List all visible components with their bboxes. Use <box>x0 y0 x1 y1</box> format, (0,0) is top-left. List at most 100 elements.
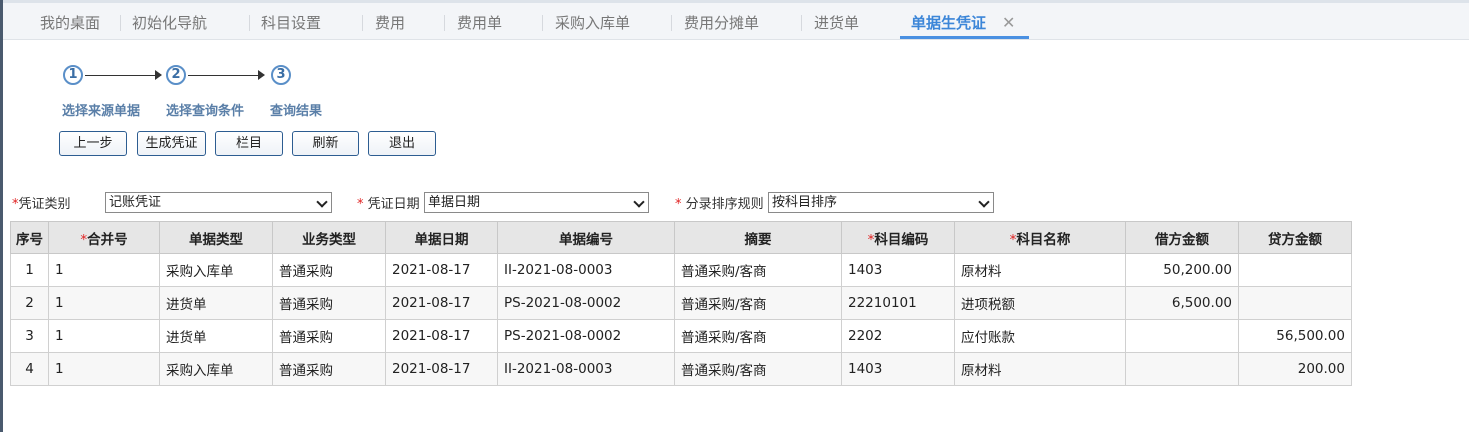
col-header-biz-type[interactable]: 业务类型 <box>272 221 386 254</box>
col-header-doc-type[interactable]: 单据类型 <box>159 221 273 254</box>
cell-doc-date: 2021-08-17 <box>385 286 498 320</box>
cell-merge-no[interactable]: 1 <box>48 352 160 386</box>
cell-doc-no: II-2021-08-0003 <box>497 352 675 386</box>
close-icon[interactable]: ✕ <box>1002 10 1015 38</box>
table-row[interactable]: 1 1 采购入库单 普通采购 2021-08-17 II-2021-08-000… <box>10 253 1352 287</box>
chevron-down-icon <box>633 196 645 208</box>
col-header-doc-no[interactable]: 单据编号 <box>497 221 675 254</box>
cell-doc-date: 2021-08-17 <box>385 352 498 386</box>
cell-debit[interactable] <box>1125 352 1239 386</box>
cell-doc-type: 采购入库单 <box>159 352 273 386</box>
cell-seq: 4 <box>10 352 49 386</box>
arrow-right-icon <box>155 70 162 80</box>
cell-biz-type: 普通采购 <box>272 319 386 353</box>
cell-seq: 3 <box>10 319 49 353</box>
cell-biz-type: 普通采购 <box>272 286 386 320</box>
columns-button[interactable]: 栏目 <box>215 131 283 156</box>
cell-merge-no[interactable]: 1 <box>48 319 160 353</box>
cell-account-code[interactable]: 1403 <box>841 352 955 386</box>
cell-account-name[interactable]: 原材料 <box>954 352 1126 386</box>
voucher-type-select[interactable]: 记账凭证 <box>105 192 332 213</box>
sort-rule-select[interactable]: 按科目排序 <box>768 192 994 213</box>
col-header-credit[interactable]: 贷方金额 <box>1238 221 1352 254</box>
exit-button[interactable]: 退出 <box>368 131 436 156</box>
cell-credit[interactable]: 200.00 <box>1238 352 1352 386</box>
tab-separator <box>362 15 363 31</box>
sort-rule-label: * 分录排序规则 <box>675 197 764 212</box>
tab-separator <box>801 15 802 31</box>
cell-merge-no[interactable]: 1 <box>48 253 160 287</box>
step-1-label: 选择来源单据 <box>62 104 141 119</box>
cell-credit[interactable] <box>1238 286 1352 320</box>
col-header-account-name[interactable]: *科目名称 <box>954 221 1126 254</box>
cell-debit[interactable] <box>1125 319 1239 353</box>
cell-seq: 1 <box>10 253 49 287</box>
cell-doc-no: PS-2021-08-0002 <box>497 286 675 320</box>
tab-account-settings[interactable]: 科目设置 <box>261 10 321 38</box>
cell-account-name[interactable]: 应付账款 <box>954 319 1126 353</box>
chevron-down-icon <box>978 196 990 208</box>
step-connector <box>85 75 155 76</box>
cell-debit[interactable]: 50,200.00 <box>1125 253 1239 287</box>
table-row[interactable]: 4 1 采购入库单 普通采购 2021-08-17 II-2021-08-000… <box>10 352 1352 386</box>
table-row[interactable]: 2 1 进货单 普通采购 2021-08-17 PS-2021-08-0002 … <box>10 286 1352 320</box>
cell-credit[interactable]: 56,500.00 <box>1238 319 1352 353</box>
cell-summary[interactable]: 普通采购/客商 <box>674 319 842 353</box>
voucher-entries-table: 序号 *合并号 单据类型 业务类型 单据日期 单据编号 摘要 *科目编码 *科目… <box>10 221 1352 386</box>
tab-init-guide[interactable]: 初始化导航 <box>132 10 207 38</box>
cell-biz-type: 普通采购 <box>272 352 386 386</box>
cell-doc-no: II-2021-08-0003 <box>497 253 675 287</box>
active-tab-indicator <box>900 36 1029 39</box>
tab-expense-bill[interactable]: 费用单 <box>457 10 502 38</box>
tab-separator <box>542 15 543 31</box>
col-header-doc-date[interactable]: 单据日期 <box>385 221 498 254</box>
cell-seq: 2 <box>10 286 49 320</box>
voucher-type-label: *凭证类别 <box>12 197 71 212</box>
step-3-label: 查询结果 <box>270 104 323 119</box>
step-connector <box>188 75 258 76</box>
tab-my-desktop[interactable]: 我的桌面 <box>40 10 100 38</box>
cell-debit[interactable]: 6,500.00 <box>1125 286 1239 320</box>
tab-expense[interactable]: 费用 <box>375 10 405 38</box>
cell-credit[interactable] <box>1238 253 1352 287</box>
cell-summary[interactable]: 普通采购/客商 <box>674 253 842 287</box>
cell-account-name[interactable]: 进项税额 <box>954 286 1126 320</box>
voucher-date-select[interactable]: 单据日期 <box>424 192 649 213</box>
cell-summary[interactable]: 普通采购/客商 <box>674 286 842 320</box>
left-frame-edge <box>0 0 3 432</box>
cell-doc-type: 采购入库单 <box>159 253 273 287</box>
cell-account-name[interactable]: 原材料 <box>954 253 1126 287</box>
col-header-merge-no[interactable]: *合并号 <box>48 221 160 254</box>
cell-account-code[interactable]: 2202 <box>841 319 955 353</box>
cell-merge-no[interactable]: 1 <box>48 286 160 320</box>
table-header-row: 序号 *合并号 单据类型 业务类型 单据日期 单据编号 摘要 *科目编码 *科目… <box>10 221 1352 254</box>
table-row[interactable]: 3 1 进货单 普通采购 2021-08-17 PS-2021-08-0002 … <box>10 319 1352 353</box>
step-2-circle: 2 <box>166 65 186 85</box>
col-header-seq[interactable]: 序号 <box>10 221 49 254</box>
arrow-right-icon <box>258 70 265 80</box>
step-2-label: 选择查询条件 <box>166 104 245 119</box>
voucher-date-label: * 凭证日期 <box>357 197 420 212</box>
cell-doc-date: 2021-08-17 <box>385 319 498 353</box>
cell-doc-no: PS-2021-08-0002 <box>497 319 675 353</box>
tab-purchase-receipt[interactable]: 采购入库单 <box>555 10 630 38</box>
tab-separator <box>671 15 672 31</box>
tab-bar-top-strip <box>3 0 1469 3</box>
cell-account-code[interactable]: 1403 <box>841 253 955 287</box>
cell-doc-type: 进货单 <box>159 286 273 320</box>
col-header-debit[interactable]: 借方金额 <box>1125 221 1239 254</box>
generate-voucher-button[interactable]: 生成凭证 <box>137 131 206 156</box>
tab-expense-allocation[interactable]: 费用分摊单 <box>684 10 759 38</box>
chevron-down-icon <box>316 196 328 208</box>
step-3-circle: 3 <box>271 65 291 85</box>
col-header-account-code[interactable]: *科目编码 <box>841 221 955 254</box>
cell-account-code[interactable]: 22210101 <box>841 286 955 320</box>
prev-step-button[interactable]: 上一步 <box>59 131 127 156</box>
tab-purchase-bill[interactable]: 进货单 <box>814 10 859 38</box>
step-1-circle: 1 <box>63 65 83 85</box>
cell-summary[interactable]: 普通采购/客商 <box>674 352 842 386</box>
refresh-button[interactable]: 刷新 <box>292 131 359 156</box>
tab-doc-to-voucher[interactable]: 单据生凭证 <box>911 10 986 38</box>
cell-doc-type: 进货单 <box>159 319 273 353</box>
col-header-summary[interactable]: 摘要 <box>674 221 842 254</box>
